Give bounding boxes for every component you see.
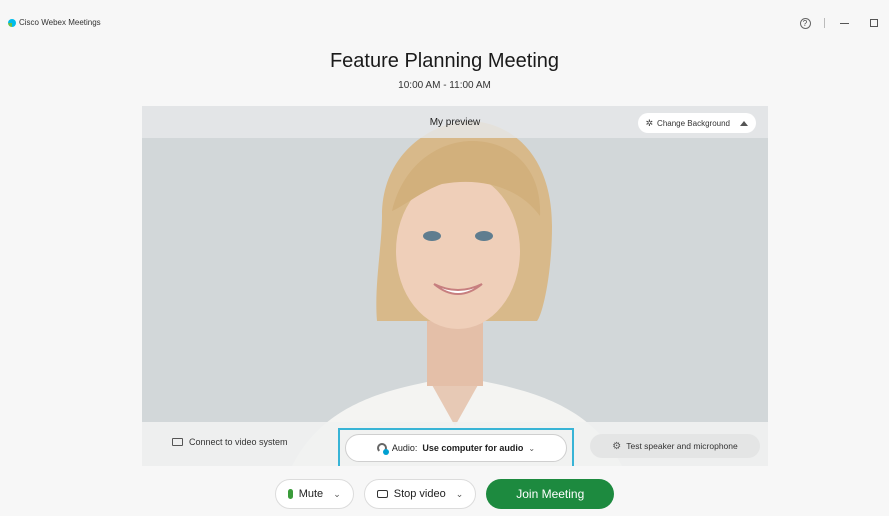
mic-icon xyxy=(287,489,293,499)
audio-prefix-label: Audio: xyxy=(391,443,418,453)
chevron-down-icon: ⌄ xyxy=(528,443,536,453)
video-preview: My preview ✲ Change Background Connect t… xyxy=(142,106,768,466)
preview-header: My preview ✲ Change Background xyxy=(142,106,768,138)
minimize-icon xyxy=(839,22,849,24)
webex-logo-icon xyxy=(8,18,16,27)
gear-icon: ⚙ xyxy=(612,440,622,452)
meeting-title: Feature Planning Meeting xyxy=(329,50,560,72)
audio-option-focus: Audio: Use computer for audio ⌄ xyxy=(338,428,574,466)
connect-video-label: Connect to video system xyxy=(189,437,288,447)
preview-options-bar: Connect to video system Audio: Use compu… xyxy=(142,422,768,466)
minimize-button[interactable] xyxy=(829,14,859,32)
connect-video-system-button[interactable]: Connect to video system xyxy=(172,437,288,447)
mute-button[interactable]: Mute ⌄ xyxy=(274,479,354,509)
test-speaker-label: Test speaker and microphone xyxy=(626,441,738,451)
maximize-icon xyxy=(870,19,878,27)
stop-video-label: Stop video xyxy=(393,488,446,500)
divider xyxy=(824,18,825,28)
window-controls: ? xyxy=(790,14,889,32)
title-bar: Cisco Webex Meetings ? xyxy=(0,0,889,40)
chevron-down-icon[interactable]: ⌄ xyxy=(333,489,341,500)
help-icon: ? xyxy=(799,17,811,29)
self-video-feed xyxy=(142,106,768,466)
app-name-label: Cisco Webex Meetings xyxy=(19,18,101,27)
background-effects-icon: ✲ xyxy=(645,117,654,128)
cast-icon xyxy=(172,438,183,446)
headset-icon xyxy=(376,443,389,455)
stop-video-button[interactable]: Stop video ⌄ xyxy=(363,479,477,509)
meeting-controls: Mute ⌄ Stop video ⌄ Join Meeting xyxy=(0,479,889,509)
video-icon xyxy=(376,490,388,498)
join-meeting-button[interactable]: Join Meeting xyxy=(486,479,615,509)
test-speaker-button[interactable]: ⚙ Test speaker and microphone xyxy=(590,434,760,458)
mute-label: Mute xyxy=(298,488,324,500)
help-button[interactable]: ? xyxy=(790,14,820,32)
change-background-button[interactable]: ✲ Change Background xyxy=(637,113,756,133)
app-name: Cisco Webex Meetings xyxy=(8,18,101,27)
audio-value-label: Use computer for audio xyxy=(422,443,524,453)
chevron-down-icon[interactable]: ⌄ xyxy=(456,489,464,500)
maximize-button[interactable] xyxy=(859,14,889,32)
change-background-label: Change Background xyxy=(657,118,730,128)
audio-option-select[interactable]: Audio: Use computer for audio ⌄ xyxy=(345,434,567,462)
caret-up-icon xyxy=(740,120,748,126)
meeting-time: 10:00 AM - 11:00 AM xyxy=(398,80,491,91)
